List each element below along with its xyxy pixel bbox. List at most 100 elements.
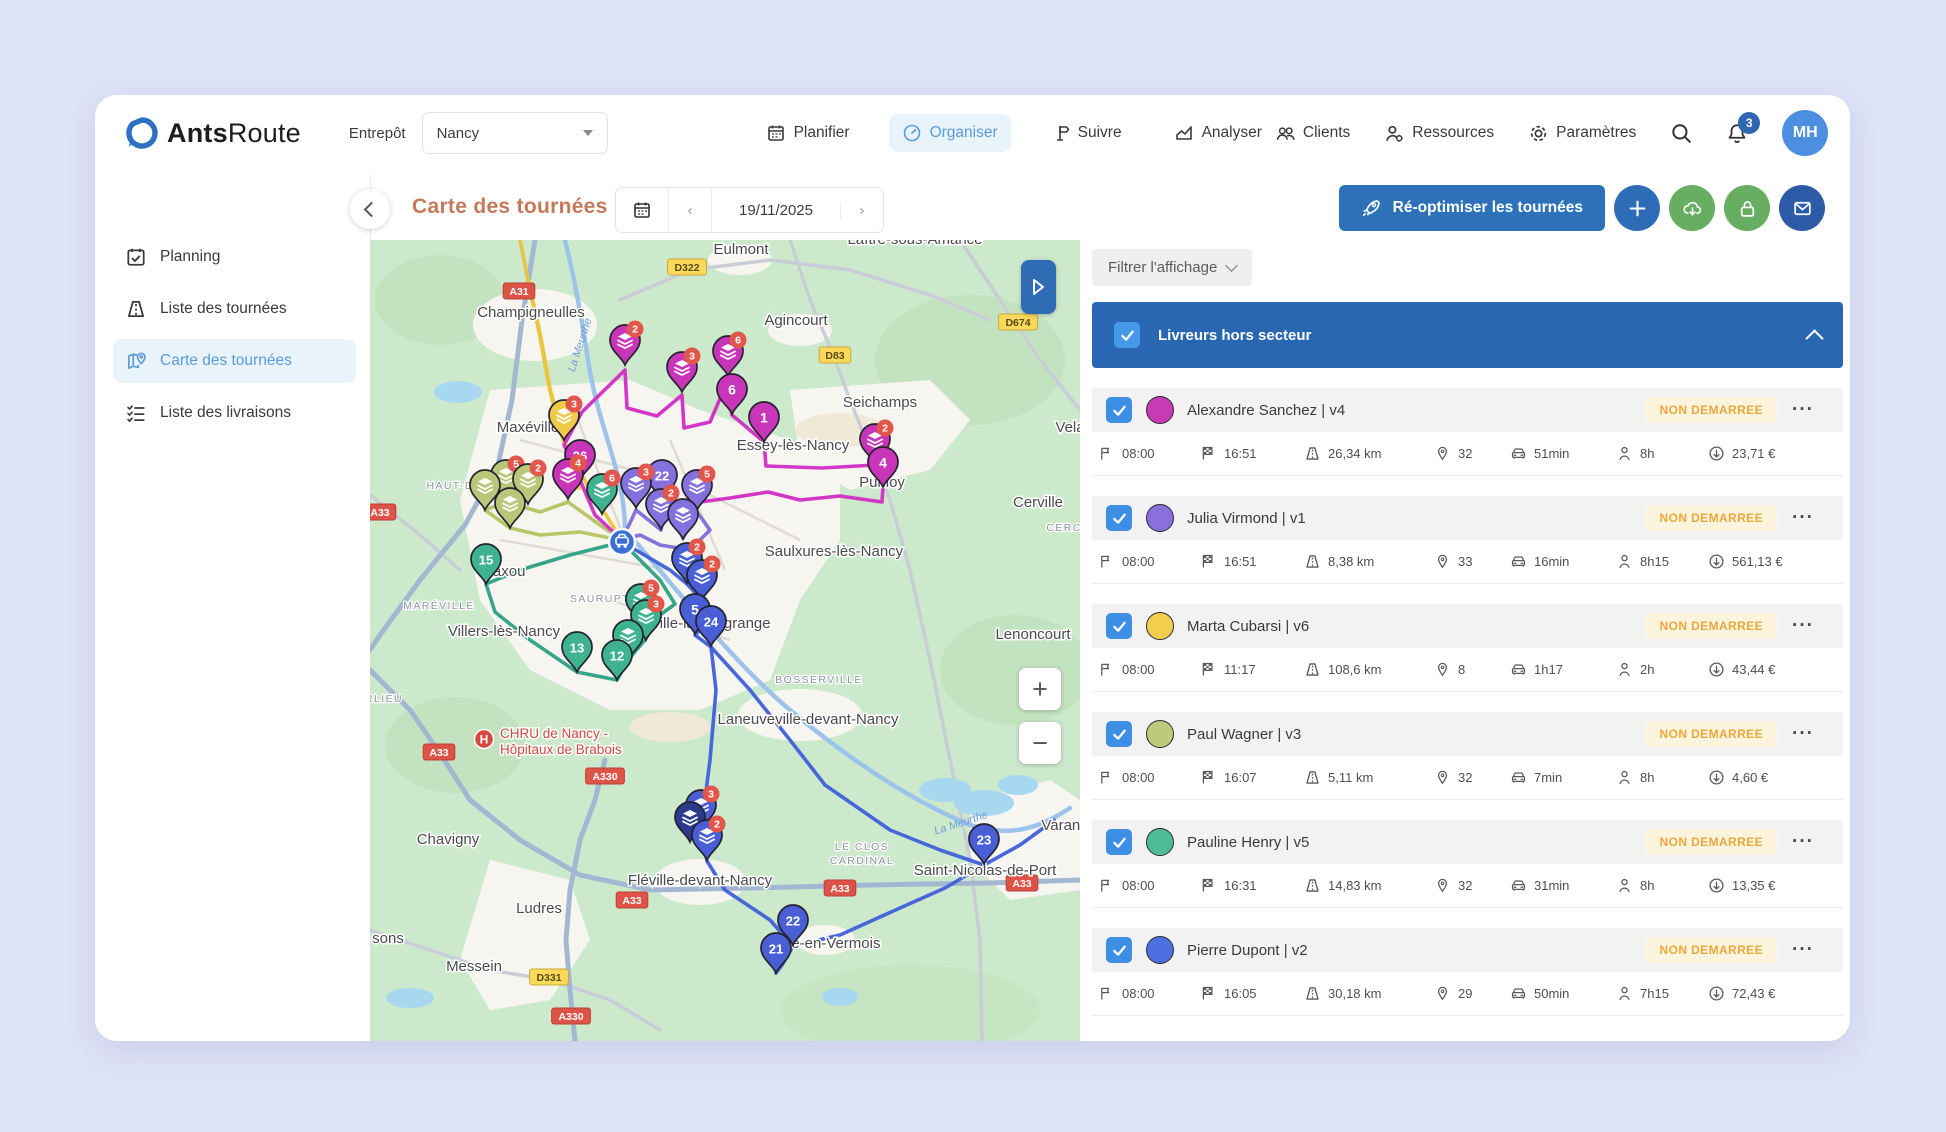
nav-parametres[interactable]: Paramètres: [1528, 123, 1636, 144]
driver-header[interactable]: Alexandre Sanchez | v4 NON DEMARREE ···: [1092, 388, 1843, 432]
filter-display-button[interactable]: Filtrer l'affichage: [1092, 249, 1252, 286]
page-title: Carte des tournées: [412, 195, 608, 219]
driver-color-dot: [1146, 720, 1174, 748]
prev-day-button[interactable]: ‹: [669, 188, 712, 232]
finish-flag-icon: [1200, 661, 1217, 678]
export-button[interactable]: [1669, 185, 1715, 231]
svg-text:6: 6: [735, 335, 741, 347]
mail-icon: [1792, 198, 1813, 219]
chevron-left-icon: [364, 201, 380, 217]
clients-icon: [1275, 123, 1296, 144]
main-tabs: Planifier Organiser Suivre Analyser: [753, 114, 1275, 152]
lock-button[interactable]: [1724, 185, 1770, 231]
checklist-icon: [125, 402, 147, 424]
status-badge: NON DEMARREE: [1646, 721, 1777, 747]
work-time-icon: [1616, 661, 1633, 678]
plus-icon: [1627, 198, 1648, 219]
row-menu-button[interactable]: ···: [1777, 508, 1829, 528]
svg-text:24: 24: [704, 615, 719, 630]
svg-text:6: 6: [728, 382, 736, 398]
sidebar-item-liste-livraisons[interactable]: Liste des livraisons: [113, 391, 356, 435]
driver-checkbox[interactable]: [1106, 937, 1132, 963]
driver-stats: 08:00 16:51 26,34 km 32 51min 8h 23,71 €: [1092, 432, 1843, 476]
tab-planifier[interactable]: Planifier: [753, 114, 863, 152]
road-badge: A33: [824, 880, 856, 896]
warehouse-select[interactable]: Nancy: [422, 112, 608, 154]
finish-flag-icon: [1200, 445, 1217, 462]
tab-suivre[interactable]: Suivre: [1037, 114, 1135, 152]
driver-checkbox[interactable]: [1106, 721, 1132, 747]
driver-header[interactable]: Pierre Dupont | v2 NON DEMARREE ···: [1092, 928, 1843, 972]
chevron-up-icon[interactable]: [1805, 329, 1823, 347]
tab-organiser[interactable]: Organiser: [889, 114, 1011, 152]
row-menu-button[interactable]: ···: [1777, 724, 1829, 744]
brand-name: AntsRoute: [167, 118, 301, 149]
zoom-out-button[interactable]: −: [1019, 722, 1061, 764]
next-day-button[interactable]: ›: [841, 188, 883, 232]
driver-checkbox[interactable]: [1106, 829, 1132, 855]
distance-icon: [1304, 445, 1321, 462]
user-avatar[interactable]: MH: [1782, 110, 1828, 156]
nav-clients[interactable]: Clients: [1275, 123, 1350, 144]
drive-time-icon: [1510, 769, 1527, 786]
group-checkbox[interactable]: [1114, 322, 1140, 348]
finish-flag-icon: [1200, 553, 1217, 570]
driver-row: Paul Wagner | v3 NON DEMARREE ··· 08:00 …: [1092, 712, 1843, 800]
sidebar-item-carte-tournees[interactable]: Carte des tournées: [113, 339, 356, 383]
chevron-down-icon: [583, 130, 593, 136]
driver-checkbox[interactable]: [1106, 505, 1132, 531]
warehouse-label: Entrepôt: [349, 125, 406, 142]
svg-text:H: H: [480, 733, 489, 747]
distance-icon: [1304, 661, 1321, 678]
group-header-livreurs-hors-secteur[interactable]: Livreurs hors secteur: [1092, 302, 1843, 368]
current-date[interactable]: 19/11/2025: [712, 202, 841, 219]
driver-header[interactable]: Paul Wagner | v3 NON DEMARREE ···: [1092, 712, 1843, 756]
map-zoom-controls: + −: [1019, 668, 1061, 764]
svg-text:2: 2: [882, 423, 888, 435]
add-button[interactable]: [1614, 185, 1660, 231]
nav-ressources[interactable]: Ressources: [1384, 123, 1494, 144]
status-badge: NON DEMARREE: [1646, 505, 1777, 531]
row-menu-button[interactable]: ···: [1777, 616, 1829, 636]
depot-marker[interactable]: [609, 529, 635, 555]
map-town-label: Lenoncourt: [995, 626, 1071, 643]
row-menu-button[interactable]: ···: [1777, 940, 1829, 960]
driver-header[interactable]: Julia Virmond | v1 NON DEMARREE ···: [1092, 496, 1843, 540]
expand-panel-button[interactable]: [1021, 260, 1056, 314]
notifications-button[interactable]: 3: [1726, 122, 1748, 144]
road-badge: A33: [370, 504, 396, 520]
work-time-icon: [1616, 769, 1633, 786]
search-button[interactable]: [1670, 122, 1692, 144]
finish-flag-icon: [1200, 769, 1217, 786]
work-time-icon: [1616, 985, 1633, 1002]
calendar-button[interactable]: [616, 188, 669, 232]
zoom-in-button[interactable]: +: [1019, 668, 1061, 710]
driver-name: Paul Wagner | v3: [1187, 726, 1301, 743]
sidebar-item-liste-tournees[interactable]: Liste des tournées: [113, 287, 356, 331]
svg-text:D322: D322: [674, 262, 699, 274]
stops-pin-icon: [1434, 769, 1451, 786]
cloud-download-icon: [1682, 198, 1703, 219]
tab-analyser[interactable]: Analyser: [1161, 114, 1275, 152]
driver-checkbox[interactable]: [1106, 613, 1132, 639]
routes-map[interactable]: A31A33A33A330A33A33A33A330D322D83D674D33…: [370, 240, 1080, 1041]
row-menu-button[interactable]: ···: [1777, 400, 1829, 420]
driver-header[interactable]: Marta Cubarsi | v6 NON DEMARREE ···: [1092, 604, 1843, 648]
driver-checkbox[interactable]: [1106, 397, 1132, 423]
reoptimize-button[interactable]: Ré-optimiser les tournées: [1339, 185, 1605, 231]
arrow-right-icon: [1031, 277, 1047, 297]
page-header: Carte des tournées ‹ 19/11/2025 › Ré-opt…: [370, 183, 1825, 235]
ressources-icon: [1384, 123, 1405, 144]
work-time-icon: [1616, 877, 1633, 894]
cost-icon: [1708, 769, 1725, 786]
row-menu-button[interactable]: ···: [1777, 832, 1829, 852]
sidebar-item-planning[interactable]: Planning: [113, 235, 356, 279]
calendar-icon: [632, 200, 652, 220]
driver-name: Alexandre Sanchez | v4: [1187, 402, 1345, 419]
map-town-label: Seichamps: [843, 394, 917, 411]
svg-text:A33: A33: [429, 747, 448, 759]
stops-pin-icon: [1434, 445, 1451, 462]
collapse-sidebar-button[interactable]: [350, 189, 390, 229]
driver-header[interactable]: Pauline Henry | v5 NON DEMARREE ···: [1092, 820, 1843, 864]
send-mail-button[interactable]: [1779, 185, 1825, 231]
